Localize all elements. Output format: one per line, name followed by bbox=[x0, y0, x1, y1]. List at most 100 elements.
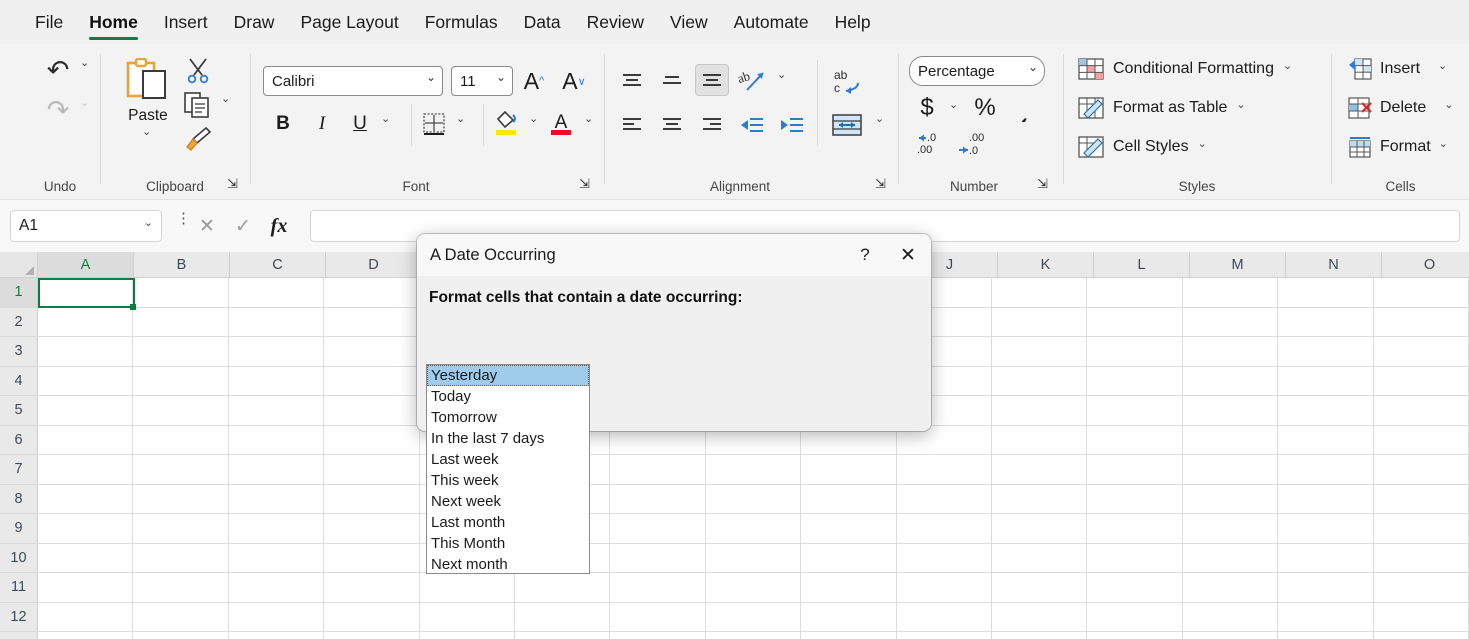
row-header-7[interactable]: 7 bbox=[0, 455, 38, 485]
cell-N12[interactable] bbox=[1278, 603, 1373, 633]
align-middle-button[interactable] bbox=[655, 66, 689, 96]
cell-G8[interactable] bbox=[610, 485, 705, 515]
align-top-button[interactable] bbox=[615, 66, 649, 96]
cell-A12[interactable] bbox=[38, 603, 133, 633]
column-header-D[interactable]: D bbox=[326, 252, 422, 278]
cell-B2[interactable] bbox=[133, 308, 228, 338]
cell-C4[interactable] bbox=[229, 367, 324, 397]
row-header-9[interactable]: 9 bbox=[0, 514, 38, 544]
styles-item-conditional-formatting[interactable]: Conditional Formatting bbox=[1078, 52, 1292, 86]
cell-C3[interactable] bbox=[229, 337, 324, 367]
name-box[interactable]: A1 bbox=[10, 210, 162, 242]
row-header-13[interactable]: 13 bbox=[0, 632, 38, 639]
paste-icon[interactable] bbox=[125, 56, 169, 106]
cell-N5[interactable] bbox=[1278, 396, 1373, 426]
cell-M5[interactable] bbox=[1183, 396, 1278, 426]
cell-B7[interactable] bbox=[133, 455, 228, 485]
dropdown-option-next-week[interactable]: Next week bbox=[427, 491, 589, 512]
cell-C8[interactable] bbox=[229, 485, 324, 515]
cell-A2[interactable] bbox=[38, 308, 133, 338]
row-header-3[interactable]: 3 bbox=[0, 337, 38, 367]
cell-C6[interactable] bbox=[229, 426, 324, 456]
cell-A11[interactable] bbox=[38, 573, 133, 603]
cell-J13[interactable] bbox=[897, 632, 992, 639]
cell-F11[interactable] bbox=[515, 573, 610, 603]
cell-A3[interactable] bbox=[38, 337, 133, 367]
cell-D8[interactable] bbox=[324, 485, 419, 515]
column-header-L[interactable]: L bbox=[1094, 252, 1190, 278]
cell-D9[interactable] bbox=[324, 514, 419, 544]
cell-C11[interactable] bbox=[229, 573, 324, 603]
cell-C12[interactable] bbox=[229, 603, 324, 633]
cell-D4[interactable] bbox=[324, 367, 419, 397]
ribbon-tab-page-layout[interactable]: Page Layout bbox=[287, 0, 411, 44]
cell-L1[interactable] bbox=[1087, 278, 1182, 308]
cell-N3[interactable] bbox=[1278, 337, 1373, 367]
date-occurring-dropdown-list[interactable]: YesterdayTodayTomorrowIn the last 7 days… bbox=[426, 364, 590, 574]
underline-dropdown-chevron-icon[interactable] bbox=[381, 116, 390, 129]
cell-D10[interactable] bbox=[324, 544, 419, 574]
cell-B13[interactable] bbox=[133, 632, 228, 639]
cell-L8[interactable] bbox=[1087, 485, 1182, 515]
cell-D1[interactable] bbox=[324, 278, 419, 308]
fx-icon[interactable]: fx bbox=[268, 215, 290, 238]
orientation-dropdown-chevron-icon[interactable] bbox=[777, 72, 786, 85]
redo-button[interactable]: ↷ bbox=[36, 92, 80, 128]
row-header-11[interactable]: 11 bbox=[0, 573, 38, 603]
column-header-K[interactable]: K bbox=[998, 252, 1094, 278]
cell-N11[interactable] bbox=[1278, 573, 1373, 603]
cell-F12[interactable] bbox=[515, 603, 610, 633]
cell-J11[interactable] bbox=[897, 573, 992, 603]
column-header-M[interactable]: M bbox=[1190, 252, 1286, 278]
cell-A13[interactable] bbox=[38, 632, 133, 639]
cell-I13[interactable] bbox=[801, 632, 896, 639]
borders-button[interactable] bbox=[419, 110, 449, 138]
cell-O5[interactable] bbox=[1374, 396, 1469, 426]
cell-M12[interactable] bbox=[1183, 603, 1278, 633]
column-header-O[interactable]: O bbox=[1382, 252, 1469, 278]
cell-O8[interactable] bbox=[1374, 485, 1469, 515]
bold-button[interactable]: B bbox=[269, 110, 297, 138]
cell-N2[interactable] bbox=[1278, 308, 1373, 338]
cell-N1[interactable] bbox=[1278, 278, 1373, 308]
cell-M9[interactable] bbox=[1183, 514, 1278, 544]
help-icon[interactable]: ? bbox=[845, 245, 885, 265]
cell-C7[interactable] bbox=[229, 455, 324, 485]
chevron-down-icon[interactable] bbox=[1198, 141, 1207, 154]
ribbon-tab-file[interactable]: File bbox=[22, 0, 76, 44]
chevron-down-icon[interactable] bbox=[1236, 102, 1245, 115]
align-bottom-button[interactable] bbox=[695, 64, 729, 96]
number-format-combo[interactable]: Percentage bbox=[909, 56, 1045, 86]
fill-color-button[interactable] bbox=[491, 108, 521, 138]
row-header-6[interactable]: 6 bbox=[0, 426, 38, 456]
cell-K4[interactable] bbox=[992, 367, 1087, 397]
cell-O2[interactable] bbox=[1374, 308, 1469, 338]
font-name-combo[interactable]: Calibri bbox=[263, 66, 443, 96]
cell-G13[interactable] bbox=[610, 632, 705, 639]
cell-A7[interactable] bbox=[38, 455, 133, 485]
cell-E11[interactable] bbox=[420, 573, 515, 603]
clipboard-dialog-launcher[interactable]: ⇲ bbox=[227, 176, 243, 192]
ribbon-tab-help[interactable]: Help bbox=[822, 0, 884, 44]
dropdown-option-last-week[interactable]: Last week bbox=[427, 449, 589, 470]
cell-D7[interactable] bbox=[324, 455, 419, 485]
cell-I7[interactable] bbox=[801, 455, 896, 485]
cell-H10[interactable] bbox=[706, 544, 801, 574]
ribbon-tab-view[interactable]: View bbox=[657, 0, 721, 44]
cell-K12[interactable] bbox=[992, 603, 1087, 633]
dropdown-option-this-month[interactable]: This Month bbox=[427, 533, 589, 554]
cell-H12[interactable] bbox=[706, 603, 801, 633]
ribbon-tab-draw[interactable]: Draw bbox=[221, 0, 288, 44]
cell-C5[interactable] bbox=[229, 396, 324, 426]
cell-L5[interactable] bbox=[1087, 396, 1182, 426]
ribbon-tab-insert[interactable]: Insert bbox=[151, 0, 221, 44]
cell-J9[interactable] bbox=[897, 514, 992, 544]
cell-A6[interactable] bbox=[38, 426, 133, 456]
cell-N10[interactable] bbox=[1278, 544, 1373, 574]
cell-K3[interactable] bbox=[992, 337, 1087, 367]
cell-B3[interactable] bbox=[133, 337, 228, 367]
column-header-C[interactable]: C bbox=[230, 252, 326, 278]
cell-B1[interactable] bbox=[133, 278, 228, 308]
styles-item-cell-styles[interactable]: Cell Styles bbox=[1078, 130, 1207, 164]
cell-A8[interactable] bbox=[38, 485, 133, 515]
